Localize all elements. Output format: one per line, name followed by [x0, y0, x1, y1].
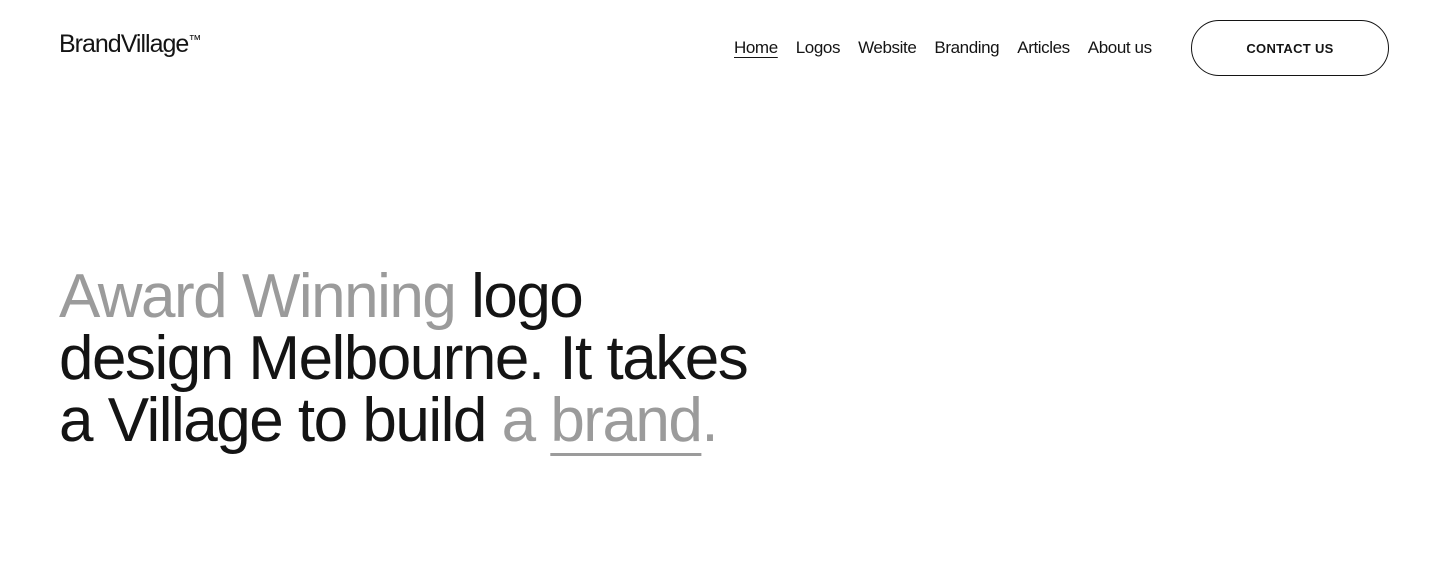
logo-trademark: ™ — [188, 32, 202, 47]
hero-muted-a: a — [501, 386, 551, 455]
hero-brand-link[interactable]: brand — [550, 386, 703, 455]
page: BrandVillage™ Home Logos Website Brandin… — [0, 0, 1437, 562]
hero-period: . — [701, 386, 718, 455]
hero-highlight-award: Award Winning — [59, 262, 457, 331]
hero-heading: Award Winning logo design Melbourne. It … — [59, 266, 759, 452]
nav-articles[interactable]: Articles — [1017, 38, 1070, 58]
brand-logo[interactable]: BrandVillage™ — [59, 30, 201, 59]
nav-website[interactable]: Website — [858, 38, 917, 58]
nav-logos[interactable]: Logos — [796, 38, 841, 58]
nav-about-us[interactable]: About us — [1088, 38, 1152, 58]
contact-us-button[interactable]: CONTACT US — [1191, 20, 1389, 76]
logo-text: BrandVillage — [59, 30, 189, 58]
main-nav: Home Logos Website Branding Articles Abo… — [734, 38, 1152, 58]
nav-branding[interactable]: Branding — [934, 38, 999, 58]
nav-home[interactable]: Home — [734, 38, 778, 58]
